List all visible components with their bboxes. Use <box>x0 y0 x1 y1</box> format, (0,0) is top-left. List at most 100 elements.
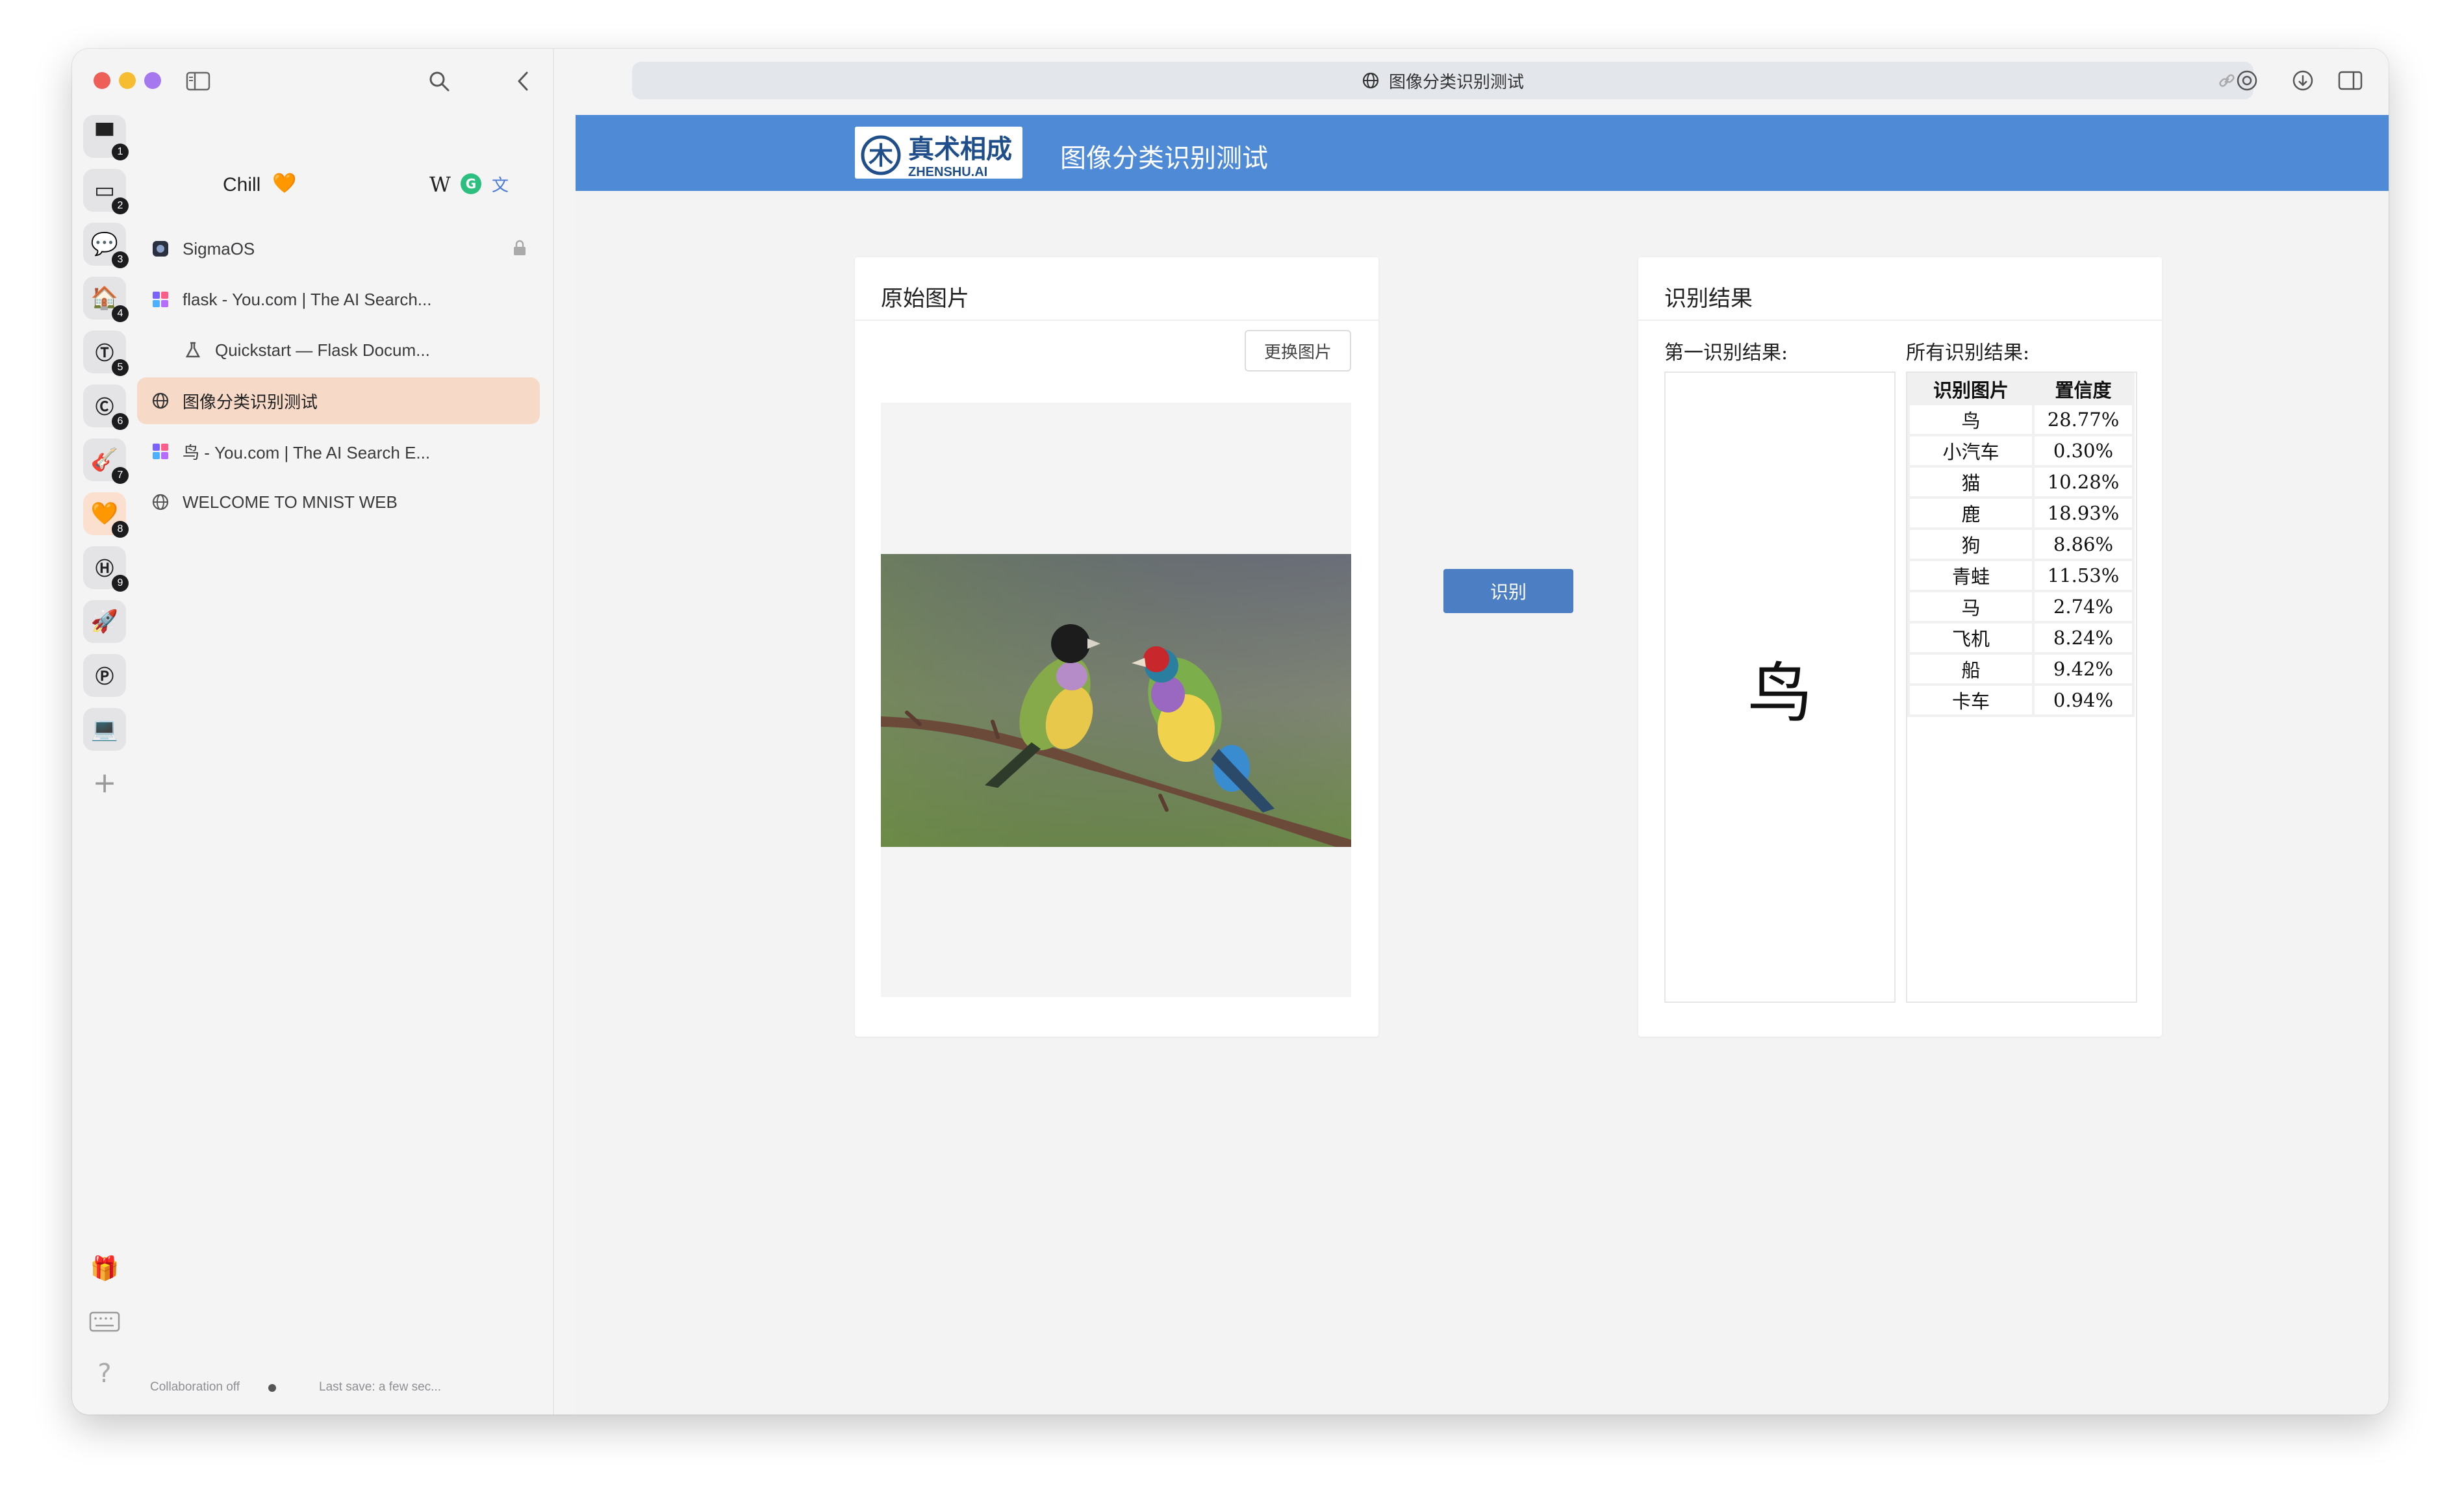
workspace-rail: ▀ 1 ▭ 2 💬 3 🏠 4 Ⓣ 5 Ⓒ 6 🎸 7 🧡 8 Ⓗ 9 🚀 Ⓟ … <box>72 49 137 1415</box>
keyboard-icon[interactable] <box>89 1309 120 1335</box>
p-circle-icon: Ⓟ <box>95 666 114 687</box>
you-icon <box>150 441 171 462</box>
tab-mnist-web[interactable]: WELCOME TO MNIST WEB <box>137 479 540 525</box>
recognize-button[interactable]: 识别 <box>1443 569 1573 613</box>
flask-icon <box>183 340 203 360</box>
bird-photo <box>881 554 1351 847</box>
heart-icon: 🧡 <box>272 172 297 195</box>
back-arrow-icon[interactable] <box>509 67 537 95</box>
table-row: 船 9.42% <box>1910 655 2132 683</box>
result-confidence: 9.42% <box>2035 655 2132 683</box>
download-icon[interactable] <box>2288 66 2318 95</box>
workspace-badge: 4 <box>112 305 129 322</box>
result-label: 卡车 <box>1910 686 2032 714</box>
add-workspace-icon[interactable]: + <box>92 766 118 800</box>
tab-sigmaos[interactable]: SigmaOS <box>137 225 540 272</box>
table-row: 鸟 28.77% <box>1910 405 2132 434</box>
tab-flask-quickstart[interactable]: Quickstart — Flask Docum... <box>170 327 540 373</box>
page-title: 图像分类识别测试 <box>1060 144 1268 173</box>
tab-label: 鸟 - You.com | The AI Search E... <box>183 442 431 462</box>
tab-image-classification[interactable]: 图像分类识别测试 <box>137 377 540 424</box>
workspace-badge: 7 <box>112 467 129 484</box>
wikipedia-icon[interactable]: W <box>429 172 451 197</box>
tab-label: 图像分类识别测试 <box>183 392 318 412</box>
result-label: 鹿 <box>1910 499 2032 527</box>
tab-bird-youcom[interactable]: 鸟 - You.com | The AI Search E... <box>137 428 540 475</box>
collaboration-status[interactable]: Collaboration off <box>150 1380 240 1394</box>
tab-label: WELCOME TO MNIST WEB <box>183 492 398 512</box>
svg-text:木: 木 <box>869 142 893 170</box>
logo-text: 真术相成 <box>908 134 1012 164</box>
tab-label: Quickstart — Flask Docum... <box>215 340 430 360</box>
help-icon[interactable]: ? <box>92 1359 118 1389</box>
first-result-box: 鸟 <box>1664 372 1896 1003</box>
table-row: 猫 10.28% <box>1910 468 2132 496</box>
workspace-rocket[interactable]: 🚀 <box>83 600 126 643</box>
translate-icon[interactable]: 文 <box>492 172 509 196</box>
collaboration-dot <box>268 1384 276 1392</box>
change-image-button[interactable]: 更换图片 <box>1245 330 1351 372</box>
browser-window: ▀ 1 ▭ 2 💬 3 🏠 4 Ⓣ 5 Ⓒ 6 🎸 7 🧡 8 Ⓗ 9 🚀 Ⓟ … <box>72 49 2389 1415</box>
workspace-badge: 8 <box>112 521 129 538</box>
result-confidence: 2.74% <box>2035 592 2132 621</box>
grammarly-icon[interactable]: G <box>461 173 481 194</box>
c-circle-icon: Ⓒ <box>95 396 114 418</box>
result-card: 识别结果 第一识别结果: 所有识别结果: 鸟 识别图片 置信度 鸟28.77% <box>1638 257 2162 1037</box>
tab-flask-youcom[interactable]: flask - You.com | The AI Search... <box>137 276 540 323</box>
workspace-badge: 2 <box>112 197 129 214</box>
laptop-icon: 💻 <box>90 716 119 742</box>
image-preview-frame <box>881 403 1351 997</box>
workspace-5[interactable]: Ⓣ 5 <box>83 331 129 376</box>
table-row: 小汽车 0.30% <box>1910 436 2132 465</box>
globe-icon <box>1362 71 1380 90</box>
workspace-badge: 1 <box>112 144 129 160</box>
url-title: 图像分类识别测试 <box>1388 72 1524 92</box>
table-row: 马 2.74% <box>1910 592 2132 621</box>
lock-icon <box>513 240 527 261</box>
workspace-laptop[interactable]: 💻 <box>83 708 126 751</box>
workspace-7[interactable]: 🎸 7 <box>83 438 129 484</box>
url-bar[interactable]: 图像分类识别测试 <box>632 62 2253 99</box>
brand-logo[interactable]: 木 真术相成 ZHENSHU.AI <box>855 127 1022 179</box>
tab-label: flask - You.com | The AI Search... <box>183 289 432 309</box>
workspace-3[interactable]: 💬 3 <box>83 223 129 268</box>
workspace-badge: 9 <box>112 575 129 592</box>
page-header: 木 真术相成 ZHENSHU.AI 图像分类识别测试 <box>576 115 2389 191</box>
result-confidence: 11.53% <box>2035 561 2132 590</box>
first-result-value: 鸟 <box>1747 655 1812 731</box>
workspace-badge: 3 <box>112 251 129 268</box>
table-row: 青蛙 11.53% <box>1910 561 2132 590</box>
sidebar-divider <box>553 49 554 1415</box>
split-view-icon[interactable] <box>2335 66 2365 95</box>
result-confidence: 0.94% <box>2035 686 2132 714</box>
result-confidence: 28.77% <box>2035 405 2132 434</box>
workspace-badge: 5 <box>112 359 129 376</box>
result-label: 飞机 <box>1910 624 2032 652</box>
result-label: 小汽车 <box>1910 436 2032 465</box>
workspace-9[interactable]: Ⓗ 9 <box>83 546 129 592</box>
workspace-1[interactable]: ▀ 1 <box>83 115 129 160</box>
gift-icon[interactable]: 🎁 <box>90 1254 120 1283</box>
record-icon[interactable] <box>2232 66 2262 95</box>
all-results-box: 识别图片 置信度 鸟 28.77% 小汽车 0.30% 猫 10.28% 鹿 18.93… <box>1906 372 2137 1003</box>
table-row: 狗 8.86% <box>1910 530 2132 559</box>
sigmaos-icon <box>150 238 171 259</box>
workspace-8[interactable]: 🧡 8 <box>83 492 129 538</box>
you-icon <box>150 289 171 310</box>
h-circle-icon: Ⓗ <box>95 558 114 579</box>
column-header: 置信度 <box>2035 375 2132 403</box>
last-save-status: Last save: a few sec... <box>319 1380 441 1394</box>
result-confidence: 8.86% <box>2035 530 2132 559</box>
workspace-title: Chill <box>223 174 261 195</box>
workspace-2[interactable]: ▭ 2 <box>83 169 129 214</box>
results-table: 识别图片 置信度 鸟 28.77% 小汽车 0.30% 猫 10.28% 鹿 18.93… <box>1907 373 2135 717</box>
original-image-card: 原始图片 更换图片 <box>855 257 1378 1037</box>
card-divider <box>1638 320 2162 321</box>
table-row: 卡车 0.94% <box>1910 686 2132 714</box>
workspace-6[interactable]: Ⓒ 6 <box>83 384 129 430</box>
workspace-4[interactable]: 🏠 4 <box>83 277 129 322</box>
workspace-badge: 6 <box>112 413 129 430</box>
table-header-row: 识别图片 置信度 <box>1910 375 2132 403</box>
result-card-title: 识别结果 <box>1664 286 1753 312</box>
workspace-p[interactable]: Ⓟ <box>83 654 126 697</box>
